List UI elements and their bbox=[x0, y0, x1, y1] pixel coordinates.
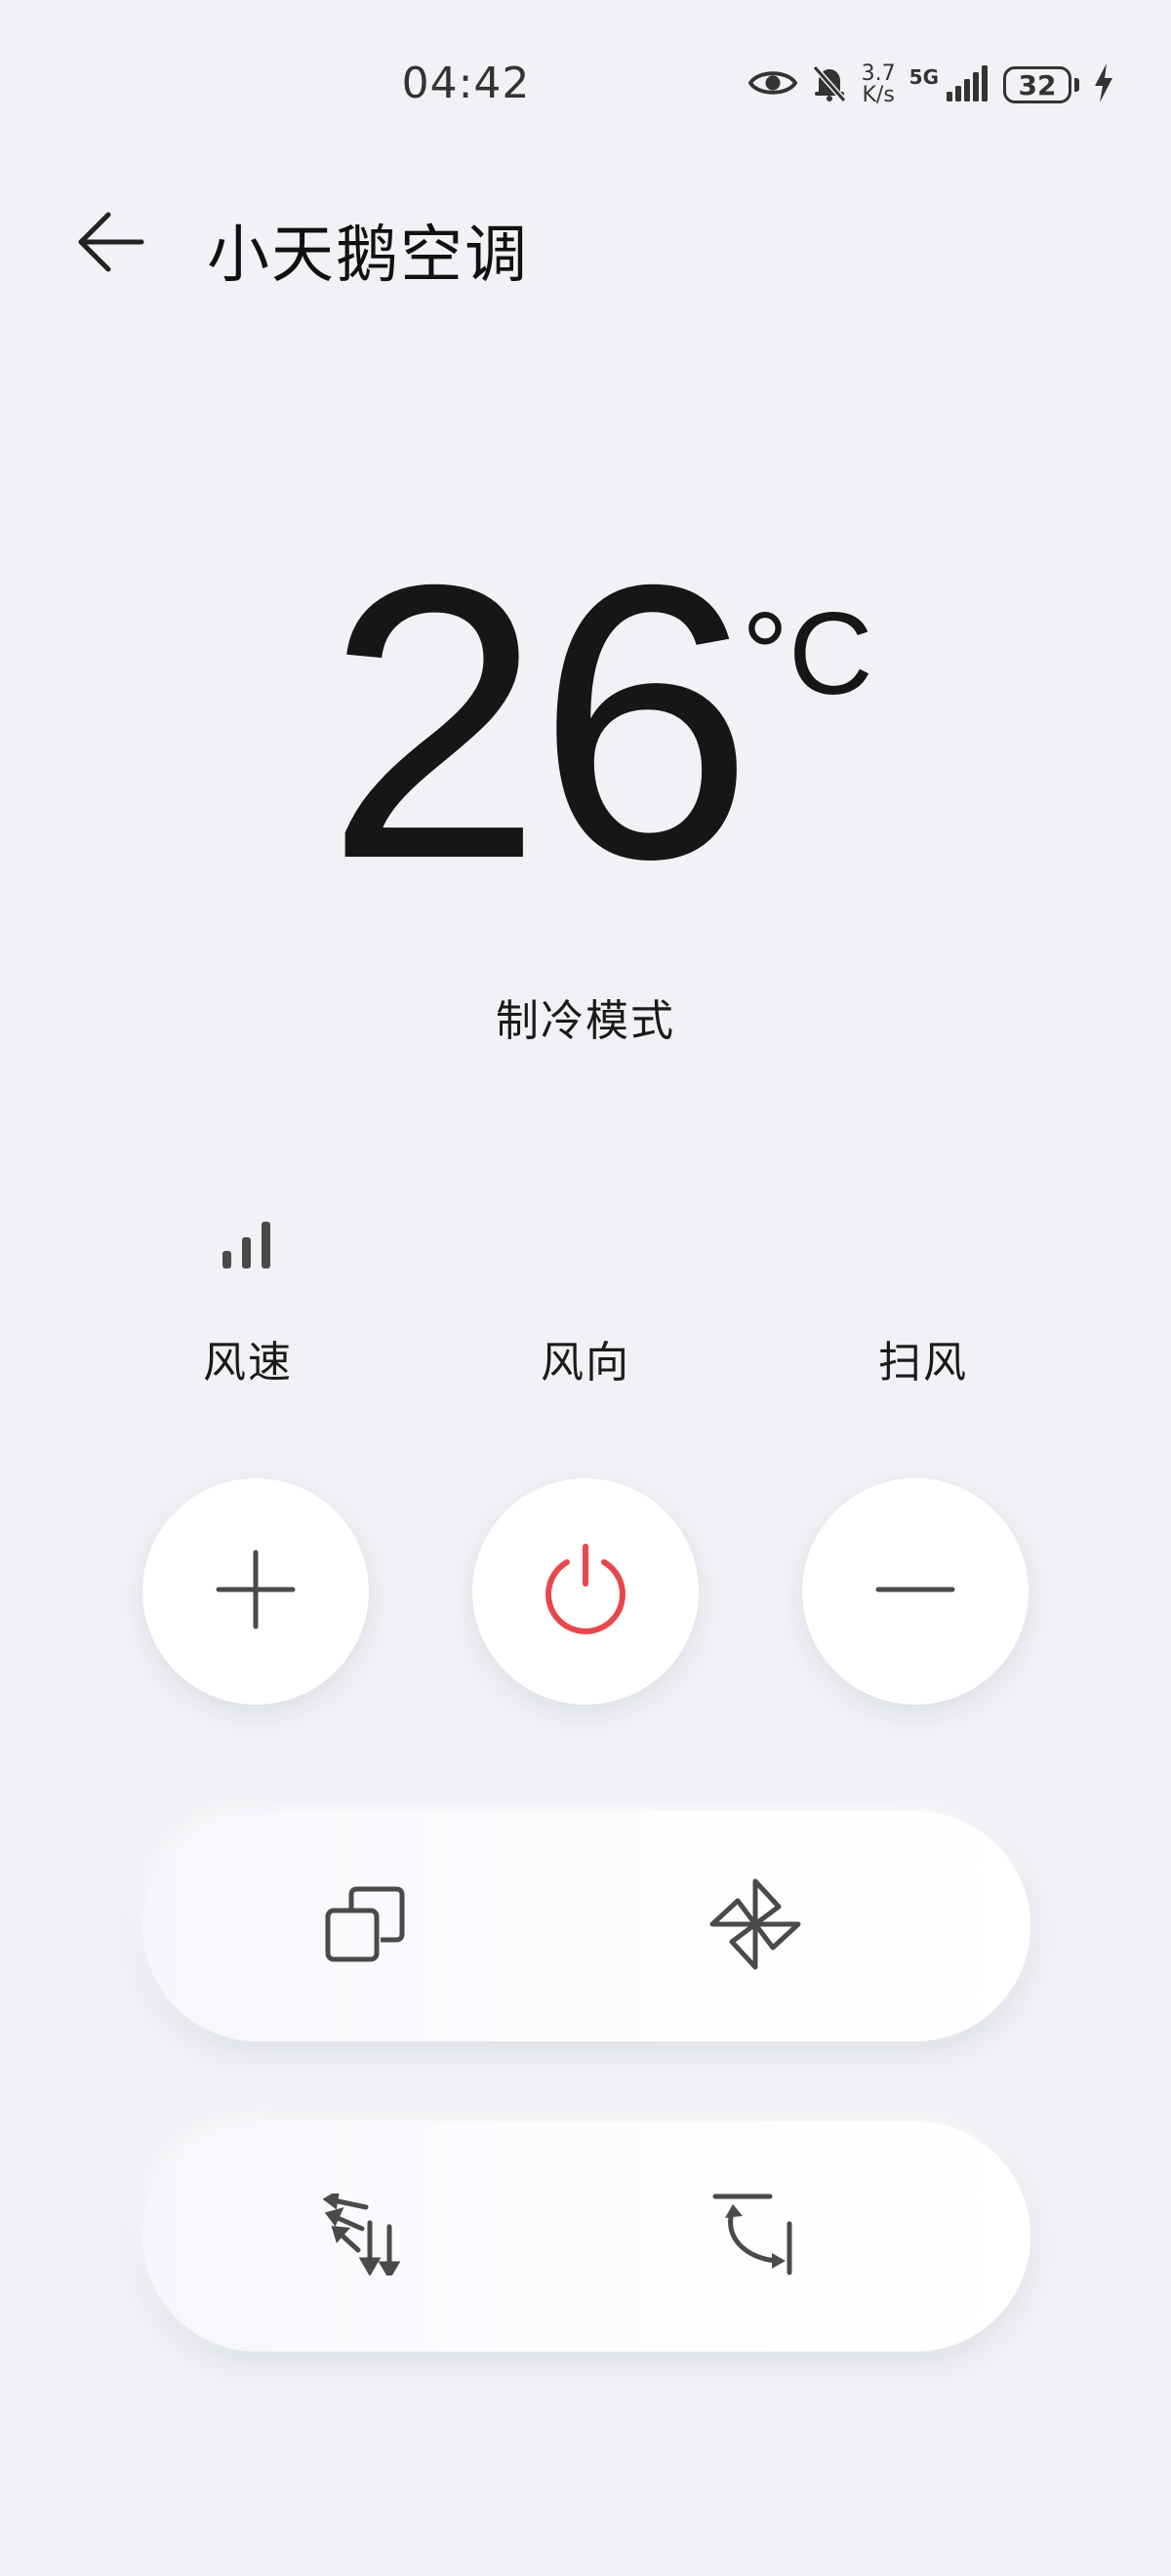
wind-direction-button[interactable] bbox=[142, 2121, 586, 2352]
temperature-down-button[interactable] bbox=[802, 1478, 1029, 1705]
status-label-row: 风速 风向 扫风 bbox=[0, 1327, 1171, 1395]
mode-label: 制冷模式 bbox=[496, 996, 675, 1046]
label-sweep: 扫风 bbox=[878, 1338, 968, 1388]
label-wind-direction: 风向 bbox=[541, 1338, 630, 1388]
temperature-up-button[interactable] bbox=[142, 1478, 369, 1705]
battery-level: 32 bbox=[1018, 68, 1057, 101]
temperature-display: 26 °C bbox=[0, 527, 1171, 937]
battery-icon: 32 bbox=[1003, 66, 1071, 103]
battery-tip bbox=[1074, 78, 1079, 92]
fan-speed-bars-icon bbox=[219, 1220, 277, 1270]
minus-icon bbox=[874, 1549, 956, 1634]
plus-icon bbox=[215, 1549, 297, 1634]
status-bar: 04:42 3.7 K/s 5G 32 bbox=[0, 0, 1171, 176]
control-pill-mode-fan bbox=[142, 1811, 1030, 2041]
net-speed-unit: K/s bbox=[862, 83, 895, 107]
bell-muted-icon bbox=[811, 63, 848, 106]
sweep-icon bbox=[711, 2191, 799, 2282]
network-type: 5G bbox=[909, 65, 939, 89]
label-fan-speed: 风速 bbox=[203, 1338, 293, 1388]
temperature-value: 26 bbox=[325, 503, 754, 940]
sweep-button[interactable] bbox=[533, 2121, 977, 2352]
charging-bolt-icon bbox=[1093, 63, 1114, 106]
control-pill-direction-sweep bbox=[142, 2121, 1030, 2352]
mode-button[interactable] bbox=[142, 1811, 586, 2041]
wind-direction-icon bbox=[321, 2189, 409, 2280]
back-button[interactable] bbox=[66, 207, 154, 281]
page-title: 小天鹅空调 bbox=[207, 220, 529, 292]
status-icons: 3.7 K/s 5G 32 bbox=[747, 60, 1114, 109]
signal-icon bbox=[947, 64, 989, 105]
temperature-unit: °C bbox=[742, 588, 873, 719]
power-icon bbox=[541, 1543, 630, 1640]
net-speed: 3.7 K/s bbox=[862, 63, 896, 106]
app-header: 小天鹅空调 bbox=[0, 185, 1171, 302]
fan-pinwheel-icon bbox=[707, 1875, 804, 1977]
power-button[interactable] bbox=[472, 1478, 699, 1705]
fan-button[interactable] bbox=[533, 1811, 977, 2041]
mode-copy-icon bbox=[324, 1883, 406, 1969]
net-speed-value: 3.7 bbox=[861, 61, 896, 86]
arrow-left-icon bbox=[75, 211, 145, 277]
battery-group: 32 bbox=[1003, 66, 1079, 103]
eye-icon bbox=[747, 66, 798, 103]
